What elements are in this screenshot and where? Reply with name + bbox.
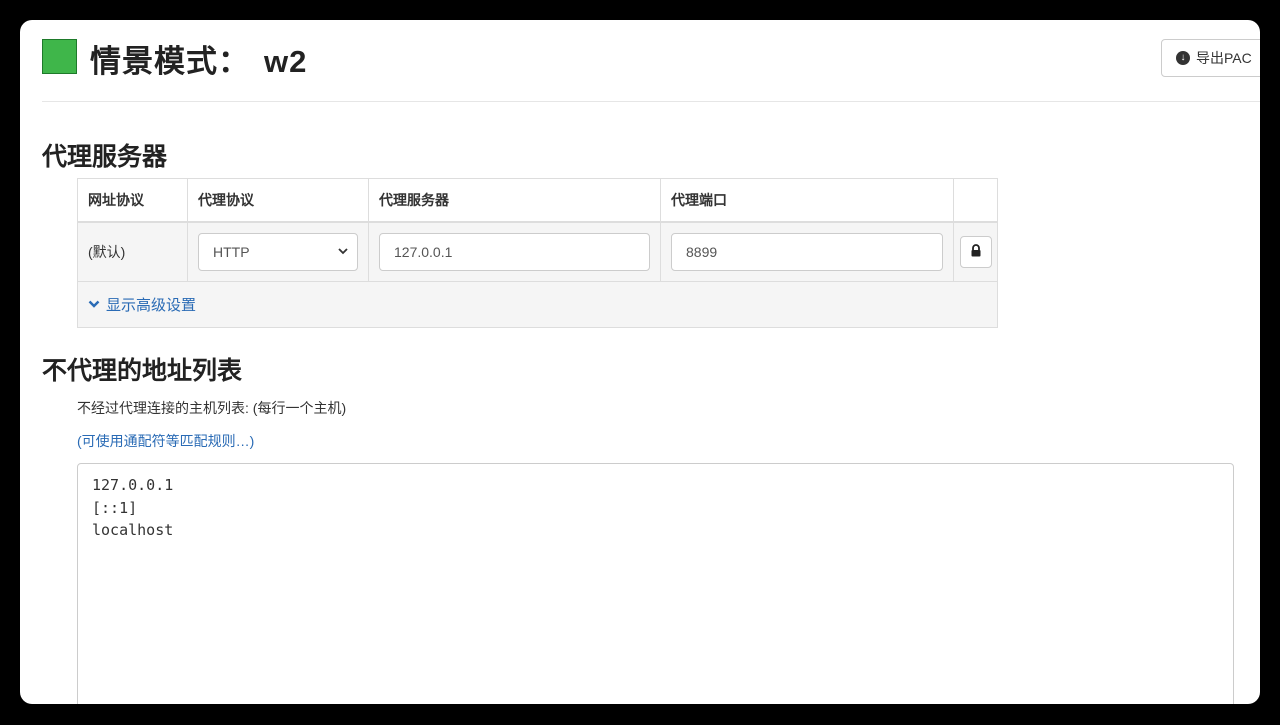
protocol-cell: HTTP	[187, 221, 369, 282]
page-title-prefix: 情景模式：	[90, 44, 250, 79]
column-header-scheme: 网址协议	[77, 178, 188, 223]
lock-icon	[970, 243, 982, 260]
column-header-actions	[953, 178, 998, 223]
server-cell: 127.0.0.1	[368, 221, 661, 282]
bypass-entry: 127.0.0.1	[92, 476, 174, 494]
port-cell: 8899	[660, 221, 954, 282]
scheme-cell: (默认)	[77, 221, 188, 282]
proxy-server-table: 网址协议 代理协议 代理服务器 代理端口 (默认) HTTP 127.0.0.1…	[77, 178, 998, 328]
title-divider	[42, 101, 1260, 102]
protocol-select-value: HTTP	[213, 243, 250, 260]
export-pac-button[interactable]: ↓ 导出PAC	[1161, 39, 1260, 77]
bypass-section-heading: 不代理的地址列表	[42, 357, 243, 385]
table-row: (默认) HTTP 127.0.0.1 8899	[77, 221, 998, 282]
advanced-cell: 显示高级设置	[77, 281, 998, 328]
profile-name: w2	[264, 44, 308, 79]
app-window: 情景模式： w2 ↓ 导出PAC 代理服务器 网址协议 代理协议 代理服务器 代理…	[20, 20, 1260, 704]
show-advanced-link[interactable]: 显示高级设置	[88, 294, 196, 315]
title-row: 情景模式： w2	[42, 36, 1260, 86]
protocol-select[interactable]: HTTP	[198, 232, 358, 271]
bypass-description: 不经过代理连接的主机列表: (每行一个主机)	[77, 400, 347, 416]
auth-lock-button[interactable]	[959, 235, 992, 268]
bypass-entry: localhost	[92, 521, 174, 539]
show-advanced-label: 显示高级设置	[106, 297, 197, 314]
column-header-protocol: 代理协议	[187, 178, 369, 223]
proxy-port-value: 8899	[686, 243, 718, 260]
column-header-port: 代理端口	[660, 178, 954, 223]
proxy-server-value: 127.0.0.1	[394, 243, 453, 260]
actions-cell	[953, 221, 998, 282]
proxy-port-input[interactable]: 8899	[671, 232, 943, 271]
proxy-section-heading: 代理服务器	[42, 143, 168, 171]
bypass-rules-help-link[interactable]: (可使用通配符等匹配规则…)	[77, 431, 254, 451]
column-header-server: 代理服务器	[368, 178, 661, 223]
table-header-row: 网址协议 代理协议 代理服务器 代理端口	[77, 178, 998, 223]
chevron-down-icon	[88, 298, 100, 312]
page-content: 情景模式： w2 ↓ 导出PAC 代理服务器 网址协议 代理协议 代理服务器 代理…	[20, 20, 1260, 704]
profile-color-swatch[interactable]	[42, 39, 77, 74]
advanced-row: 显示高级设置	[77, 281, 998, 328]
chevron-down-icon	[337, 245, 349, 260]
export-pac-label: 导出PAC	[1196, 50, 1252, 66]
bypass-list-textarea[interactable]: 127.0.0.1 [::1] localhost	[77, 463, 1234, 704]
proxy-server-input[interactable]: 127.0.0.1	[379, 232, 650, 271]
page-title: 情景模式： w2	[90, 36, 307, 81]
download-circle-icon: ↓	[1176, 51, 1190, 65]
bypass-entry: [::1]	[92, 498, 138, 517]
